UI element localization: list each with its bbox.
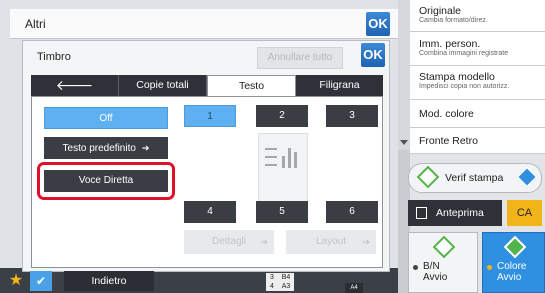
document-icon [416,207,427,219]
sidebar-item-duplex[interactable]: Fronte Retro [410,128,545,154]
details-label: Dettagli [212,236,246,247]
arrow-right-icon: ➔ [141,143,150,153]
stamp-dialog: Timbro Annullare tutto OK 🡐 Copie totali… [22,40,390,272]
checkmark-icon[interactable]: ✔ [30,271,52,291]
arrow-right-icon: ➔ [260,237,268,247]
indicator-dot-icon [413,265,418,270]
predefined-text-label: Testo predefinito [62,143,136,154]
clear-all-button[interactable]: CA [507,200,542,226]
favorite-star-icon[interactable]: ★ [6,271,26,291]
sidebar-item-color-mode[interactable]: Mod. colore [410,100,545,128]
position-4-button[interactable]: 4 [184,201,236,223]
direct-entry-button[interactable]: Voce Diretta [44,170,168,192]
color-start-label: Colore Avvio [497,261,527,283]
position-3-button[interactable]: 3 [326,105,378,127]
details-button[interactable]: Dettagli ➔ [184,230,274,254]
back-button[interactable]: Indietro [64,271,154,291]
verify-print-label: Verif stampa [445,172,504,184]
sidebar-scrollbar[interactable] [398,0,410,150]
tab-watermark[interactable]: Filigrana [296,75,383,96]
tab-total-copies[interactable]: Copie totali [119,75,207,96]
header-ok-button[interactable]: OK [366,12,390,36]
indicator-dot-icon [487,265,492,270]
off-button[interactable]: Off [44,107,168,129]
start-diamond-icon [432,235,456,259]
color-start-button[interactable]: Colore Avvio [482,232,545,293]
verify-print-button[interactable]: Verif stampa [408,163,542,193]
predefined-text-button[interactable]: Testo predefinito ➔ [44,137,168,159]
position-5-button[interactable]: 5 [256,201,308,223]
reset-all-button[interactable]: Annullare tutto [257,47,343,69]
scroll-down-icon[interactable] [400,140,408,145]
position-2-button[interactable]: 2 [256,105,308,127]
header-bar: Altri OK [10,9,398,39]
sidebar-item-original[interactable]: Originale Cambia formato/direz. [410,0,545,32]
dialog-title: Timbro [37,51,71,63]
preview-label: Anteprima [436,207,484,219]
dialog-ok-button[interactable]: OK [361,43,385,67]
start-diamond-icon [515,165,539,189]
back-arrow-icon[interactable]: 🡐 [31,75,119,96]
start-diamond-icon [416,165,440,189]
sidebar-item-pattern-print[interactable]: Stampa modello Impedisci copia non autor… [410,66,545,100]
layout-label: Layout [315,236,347,247]
paper-size-badge: A4 [345,283,363,293]
tray-row: 4 A3 [270,283,291,290]
page-preview-icon [258,133,308,205]
tab-text[interactable]: Testo [207,75,296,96]
paper-tray-table: 3 B4 4 A3 [266,273,295,291]
header-title: Altri [25,17,46,31]
bw-start-label: B/N Avvio [423,261,448,283]
position-1-button[interactable]: 1 [184,105,236,127]
arrow-right-icon: ➔ [362,237,370,247]
layout-button[interactable]: Layout ➔ [286,230,376,254]
sidebar-item-custom-image[interactable]: Imm. person. Combina immagini registrate [410,32,545,66]
start-diamond-icon [503,235,527,259]
preview-button[interactable]: Anteprima [408,200,502,226]
tray-row: 3 B4 [270,274,291,281]
bw-start-button[interactable]: B/N Avvio [408,232,478,293]
position-6-button[interactable]: 6 [326,201,378,223]
text-panel: Off Testo predefinito ➔ Voce Diretta 1 2 … [31,96,383,268]
tab-bar: 🡐 Copie totali Testo Filigrana [31,75,383,96]
